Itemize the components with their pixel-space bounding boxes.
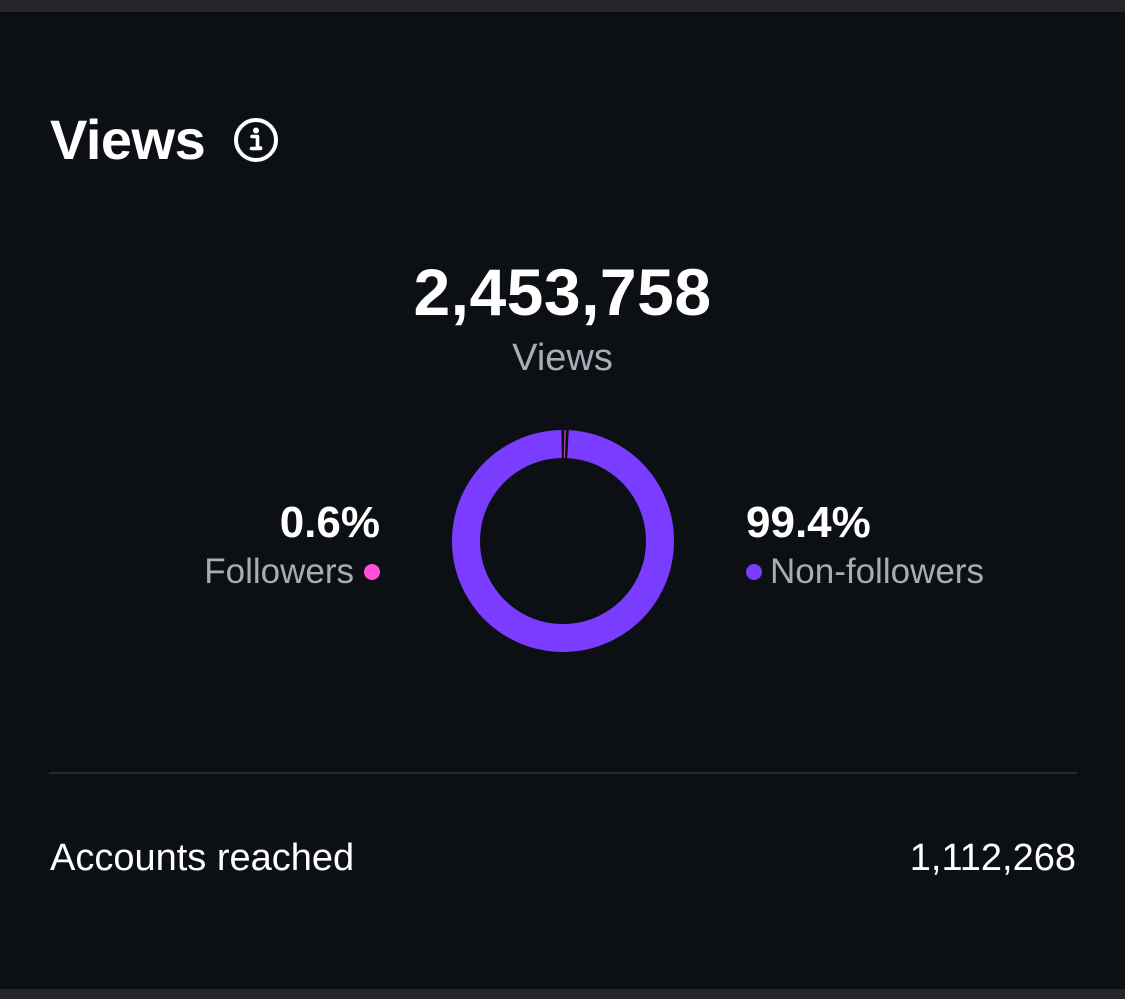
section-header: Views [50, 108, 279, 172]
total-views-label: Views [512, 337, 613, 379]
total-views-value: 2,453,758 [413, 255, 712, 329]
followers-legend-dot [364, 564, 380, 580]
non-followers-stat: 99.4% Non-followers [746, 496, 984, 594]
non-followers-legend-dot [746, 564, 762, 580]
info-icon[interactable] [233, 117, 279, 163]
metric-row-accounts-reached: Accounts reached 1,112,268 [50, 834, 1076, 882]
followers-stat: 0.6% Followers [204, 496, 380, 594]
metric-value: 1,112,268 [909, 837, 1076, 879]
divider [49, 772, 1077, 774]
metric-label: Accounts reached [50, 837, 355, 879]
donut-segment-non-followers [452, 430, 674, 652]
bottom-edge-bar [0, 989, 1125, 999]
non-followers-label: Non-followers [770, 552, 984, 591]
followers-percent: 0.6% [279, 498, 380, 547]
followers-label: Followers [204, 552, 354, 591]
views-donut-chart [452, 430, 674, 652]
non-followers-percent: 99.4% [746, 498, 871, 547]
section-title: Views [50, 108, 206, 171]
top-edge-bar [0, 0, 1125, 12]
